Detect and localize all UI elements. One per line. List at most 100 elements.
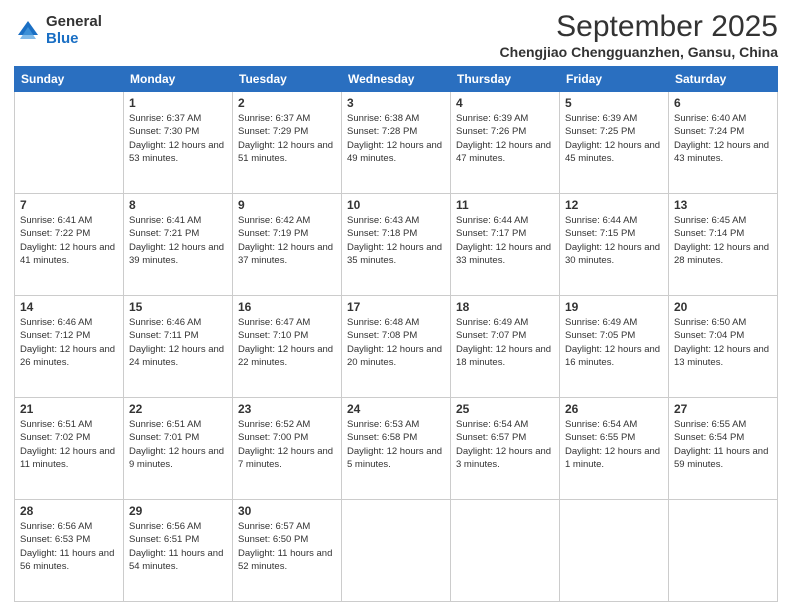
daylight-text: Daylight: 12 hours and 47 minutes. [456, 139, 554, 166]
sunrise-text: Sunrise: 6:39 AM [456, 112, 554, 125]
sunset-text: Sunset: 6:55 PM [565, 431, 663, 444]
daylight-text: Daylight: 11 hours and 54 minutes. [129, 547, 227, 574]
sunrise-text: Sunrise: 6:50 AM [674, 316, 772, 329]
day-info: Sunrise: 6:57 AM Sunset: 6:50 PM Dayligh… [238, 520, 336, 573]
day-number: 28 [20, 504, 118, 518]
table-row: 18 Sunrise: 6:49 AM Sunset: 7:07 PM Dayl… [451, 296, 560, 398]
daylight-text: Daylight: 12 hours and 7 minutes. [238, 445, 336, 472]
calendar-week-row: 1 Sunrise: 6:37 AM Sunset: 7:30 PM Dayli… [15, 92, 778, 194]
day-number: 10 [347, 198, 445, 212]
table-row: 6 Sunrise: 6:40 AM Sunset: 7:24 PM Dayli… [669, 92, 778, 194]
sunrise-text: Sunrise: 6:40 AM [674, 112, 772, 125]
sunset-text: Sunset: 6:50 PM [238, 533, 336, 546]
table-row: 8 Sunrise: 6:41 AM Sunset: 7:21 PM Dayli… [124, 194, 233, 296]
day-info: Sunrise: 6:39 AM Sunset: 7:26 PM Dayligh… [456, 112, 554, 165]
day-info: Sunrise: 6:41 AM Sunset: 7:22 PM Dayligh… [20, 214, 118, 267]
table-row: 11 Sunrise: 6:44 AM Sunset: 7:17 PM Dayl… [451, 194, 560, 296]
sunset-text: Sunset: 7:17 PM [456, 227, 554, 240]
header: General Blue September 2025 Chengjiao Ch… [14, 10, 778, 60]
table-row: 28 Sunrise: 6:56 AM Sunset: 6:53 PM Dayl… [15, 500, 124, 602]
sunrise-text: Sunrise: 6:47 AM [238, 316, 336, 329]
title-section: September 2025 Chengjiao Chengguanzhen, … [500, 10, 778, 60]
day-number: 11 [456, 198, 554, 212]
table-row: 2 Sunrise: 6:37 AM Sunset: 7:29 PM Dayli… [233, 92, 342, 194]
sunrise-text: Sunrise: 6:46 AM [129, 316, 227, 329]
sunrise-text: Sunrise: 6:54 AM [456, 418, 554, 431]
sunset-text: Sunset: 7:28 PM [347, 125, 445, 138]
day-number: 26 [565, 402, 663, 416]
daylight-text: Daylight: 12 hours and 33 minutes. [456, 241, 554, 268]
calendar-body: 1 Sunrise: 6:37 AM Sunset: 7:30 PM Dayli… [15, 92, 778, 602]
sunset-text: Sunset: 6:51 PM [129, 533, 227, 546]
logo-text: General Blue [46, 14, 102, 47]
day-number: 19 [565, 300, 663, 314]
page: General Blue September 2025 Chengjiao Ch… [0, 0, 792, 612]
daylight-text: Daylight: 12 hours and 37 minutes. [238, 241, 336, 268]
table-row: 10 Sunrise: 6:43 AM Sunset: 7:18 PM Dayl… [342, 194, 451, 296]
sunset-text: Sunset: 7:19 PM [238, 227, 336, 240]
table-row [15, 92, 124, 194]
day-number: 29 [129, 504, 227, 518]
calendar-header-row: Sunday Monday Tuesday Wednesday Thursday… [15, 67, 778, 92]
table-row: 26 Sunrise: 6:54 AM Sunset: 6:55 PM Dayl… [560, 398, 669, 500]
day-info: Sunrise: 6:46 AM Sunset: 7:12 PM Dayligh… [20, 316, 118, 369]
day-info: Sunrise: 6:47 AM Sunset: 7:10 PM Dayligh… [238, 316, 336, 369]
daylight-text: Daylight: 12 hours and 49 minutes. [347, 139, 445, 166]
table-row [451, 500, 560, 602]
day-info: Sunrise: 6:43 AM Sunset: 7:18 PM Dayligh… [347, 214, 445, 267]
sunset-text: Sunset: 7:05 PM [565, 329, 663, 342]
table-row: 17 Sunrise: 6:48 AM Sunset: 7:08 PM Dayl… [342, 296, 451, 398]
day-info: Sunrise: 6:44 AM Sunset: 7:15 PM Dayligh… [565, 214, 663, 267]
daylight-text: Daylight: 12 hours and 28 minutes. [674, 241, 772, 268]
daylight-text: Daylight: 12 hours and 11 minutes. [20, 445, 118, 472]
day-info: Sunrise: 6:46 AM Sunset: 7:11 PM Dayligh… [129, 316, 227, 369]
table-row: 16 Sunrise: 6:47 AM Sunset: 7:10 PM Dayl… [233, 296, 342, 398]
calendar-table: Sunday Monday Tuesday Wednesday Thursday… [14, 66, 778, 602]
daylight-text: Daylight: 12 hours and 26 minutes. [20, 343, 118, 370]
sunset-text: Sunset: 6:53 PM [20, 533, 118, 546]
table-row: 1 Sunrise: 6:37 AM Sunset: 7:30 PM Dayli… [124, 92, 233, 194]
sunset-text: Sunset: 7:01 PM [129, 431, 227, 444]
sunrise-text: Sunrise: 6:37 AM [129, 112, 227, 125]
day-info: Sunrise: 6:40 AM Sunset: 7:24 PM Dayligh… [674, 112, 772, 165]
table-row: 13 Sunrise: 6:45 AM Sunset: 7:14 PM Dayl… [669, 194, 778, 296]
daylight-text: Daylight: 12 hours and 16 minutes. [565, 343, 663, 370]
daylight-text: Daylight: 12 hours and 39 minutes. [129, 241, 227, 268]
day-info: Sunrise: 6:44 AM Sunset: 7:17 PM Dayligh… [456, 214, 554, 267]
day-info: Sunrise: 6:49 AM Sunset: 7:07 PM Dayligh… [456, 316, 554, 369]
day-number: 14 [20, 300, 118, 314]
table-row: 4 Sunrise: 6:39 AM Sunset: 7:26 PM Dayli… [451, 92, 560, 194]
sunrise-text: Sunrise: 6:45 AM [674, 214, 772, 227]
col-tuesday: Tuesday [233, 67, 342, 92]
day-number: 24 [347, 402, 445, 416]
sunrise-text: Sunrise: 6:46 AM [20, 316, 118, 329]
sunrise-text: Sunrise: 6:41 AM [129, 214, 227, 227]
daylight-text: Daylight: 12 hours and 1 minute. [565, 445, 663, 472]
table-row: 5 Sunrise: 6:39 AM Sunset: 7:25 PM Dayli… [560, 92, 669, 194]
sunrise-text: Sunrise: 6:44 AM [565, 214, 663, 227]
day-number: 22 [129, 402, 227, 416]
day-info: Sunrise: 6:50 AM Sunset: 7:04 PM Dayligh… [674, 316, 772, 369]
daylight-text: Daylight: 12 hours and 3 minutes. [456, 445, 554, 472]
day-number: 23 [238, 402, 336, 416]
day-info: Sunrise: 6:37 AM Sunset: 7:29 PM Dayligh… [238, 112, 336, 165]
sunset-text: Sunset: 7:21 PM [129, 227, 227, 240]
calendar-week-row: 21 Sunrise: 6:51 AM Sunset: 7:02 PM Dayl… [15, 398, 778, 500]
day-number: 18 [456, 300, 554, 314]
calendar-week-row: 7 Sunrise: 6:41 AM Sunset: 7:22 PM Dayli… [15, 194, 778, 296]
table-row: 27 Sunrise: 6:55 AM Sunset: 6:54 PM Dayl… [669, 398, 778, 500]
day-info: Sunrise: 6:52 AM Sunset: 7:00 PM Dayligh… [238, 418, 336, 471]
daylight-text: Daylight: 12 hours and 53 minutes. [129, 139, 227, 166]
day-number: 20 [674, 300, 772, 314]
sunset-text: Sunset: 7:25 PM [565, 125, 663, 138]
sunrise-text: Sunrise: 6:57 AM [238, 520, 336, 533]
day-number: 8 [129, 198, 227, 212]
sunset-text: Sunset: 7:26 PM [456, 125, 554, 138]
day-info: Sunrise: 6:54 AM Sunset: 6:55 PM Dayligh… [565, 418, 663, 471]
daylight-text: Daylight: 11 hours and 59 minutes. [674, 445, 772, 472]
table-row: 22 Sunrise: 6:51 AM Sunset: 7:01 PM Dayl… [124, 398, 233, 500]
table-row: 14 Sunrise: 6:46 AM Sunset: 7:12 PM Dayl… [15, 296, 124, 398]
daylight-text: Daylight: 12 hours and 18 minutes. [456, 343, 554, 370]
sunset-text: Sunset: 7:22 PM [20, 227, 118, 240]
table-row: 19 Sunrise: 6:49 AM Sunset: 7:05 PM Dayl… [560, 296, 669, 398]
